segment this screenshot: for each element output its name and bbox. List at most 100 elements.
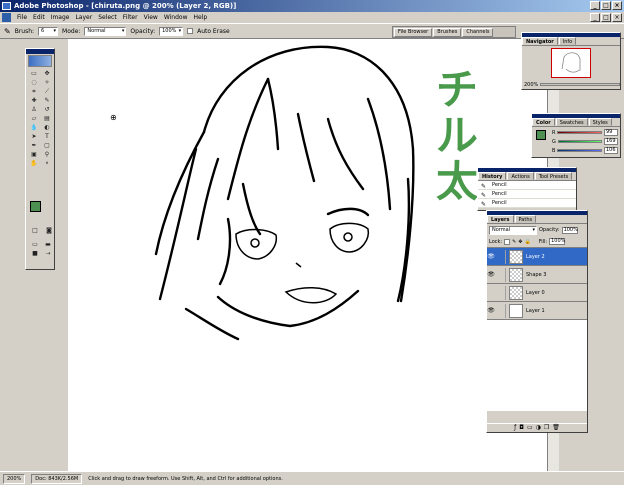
menu-select[interactable]: Select (95, 12, 120, 23)
standard-mode-icon[interactable]: □ (29, 227, 41, 235)
eyedropper-tool-icon[interactable]: ⚲ (41, 151, 53, 159)
menu-view[interactable]: View (141, 12, 161, 23)
crop-tool-icon[interactable]: ⌗ (28, 88, 40, 96)
zoom-tool-icon[interactable]: ⚬ (41, 160, 53, 168)
marquee-tool-icon[interactable]: ▭ (28, 70, 40, 78)
menu-image[interactable]: Image (48, 12, 73, 23)
palette-tab-file-browser[interactable]: File Browser (394, 28, 433, 37)
add-mask-icon[interactable]: ◘ (519, 424, 524, 432)
opacity-field[interactable]: 100% (159, 26, 184, 36)
status-zoom[interactable]: 200% (3, 473, 26, 484)
tab-swatches[interactable]: Swatches (555, 118, 588, 126)
doc-restore-button[interactable]: □ (601, 13, 611, 22)
menu-filter[interactable]: Filter (120, 12, 141, 23)
visibility-eye-icon[interactable]: 👁 (487, 253, 495, 260)
layer-row[interactable]: 👁 Layer 2 (487, 248, 587, 266)
link-icon[interactable] (498, 285, 506, 300)
r-slider[interactable] (557, 131, 602, 134)
tab-styles[interactable]: Styles (588, 118, 612, 126)
path-select-tool-icon[interactable]: ➤ (28, 133, 40, 141)
history-item[interactable]: ✎ Pencil (478, 199, 576, 208)
foreground-color-swatch[interactable] (30, 201, 41, 212)
screen-mode-standard-icon[interactable]: ▭ (29, 241, 41, 249)
clone-stamp-tool-icon[interactable]: ♙ (28, 106, 40, 114)
type-tool-icon[interactable]: T (41, 133, 53, 141)
slice-tool-icon[interactable]: ⟋ (41, 88, 53, 96)
pen-tool-icon[interactable]: ✒ (28, 142, 40, 150)
eraser-tool-icon[interactable]: ▱ (28, 115, 40, 123)
document-canvas[interactable]: チ ル 太 ⊕ (68, 39, 547, 476)
hand-tool-icon[interactable]: ✋ (28, 160, 40, 168)
history-item[interactable]: ✎ Pencil (478, 190, 576, 199)
shape-tool-icon[interactable]: ▢ (41, 142, 53, 150)
visibility-eye-icon[interactable]: 👁 (487, 307, 495, 314)
tab-color[interactable]: Color (532, 118, 555, 126)
magic-wand-tool-icon[interactable]: ✧ (41, 79, 53, 87)
navigator-zoom[interactable]: 200% (524, 82, 538, 88)
menu-file[interactable]: File (14, 12, 30, 23)
history-item[interactable]: ✎ Pencil (478, 181, 576, 190)
auto-erase-checkbox[interactable] (187, 28, 194, 34)
minimize-button[interactable]: _ (590, 1, 600, 10)
doc-close-button[interactable]: × (612, 13, 622, 22)
palette-tab-channels[interactable]: Channels (462, 28, 494, 37)
r-value[interactable]: 99 (604, 129, 618, 136)
doc-minimize-button[interactable]: _ (590, 13, 600, 22)
tab-navigator[interactable]: Navigator (522, 37, 558, 45)
b-slider[interactable] (557, 149, 602, 152)
link-icon[interactable] (498, 267, 506, 282)
gradient-tool-icon[interactable]: ▤ (41, 115, 53, 123)
palette-tab-brushes[interactable]: Brushes (433, 28, 462, 37)
tab-info[interactable]: Info (558, 37, 577, 45)
maximize-button[interactable]: □ (601, 1, 611, 10)
lock-all-icon[interactable]: 🔒 (525, 239, 531, 245)
quick-mask-icon[interactable]: ◙ (43, 227, 55, 235)
tab-layers[interactable]: Layers (487, 215, 514, 223)
lock-move-icon[interactable]: ✥ (518, 239, 522, 245)
adjustment-layer-icon[interactable]: ◑ (536, 424, 541, 432)
close-button[interactable]: × (612, 1, 622, 10)
fill-field[interactable]: 100% (549, 238, 565, 245)
status-doc-size[interactable]: Doc: 843K/2.56M (31, 473, 83, 484)
tab-actions[interactable]: Actions (507, 172, 534, 180)
b-value[interactable]: 106 (604, 147, 618, 154)
new-set-icon[interactable]: ▭ (527, 424, 533, 432)
menu-layer[interactable]: Layer (72, 12, 95, 23)
mode-select[interactable]: Normal (84, 26, 127, 36)
delete-layer-icon[interactable]: 🗑 (552, 424, 560, 432)
blend-mode-select[interactable]: Normal (489, 225, 537, 235)
layer-opacity-field[interactable]: 100% (561, 226, 578, 234)
lasso-tool-icon[interactable]: ◌ (28, 79, 40, 87)
screen-mode-full-menu-icon[interactable]: ▬ (42, 241, 54, 249)
menu-edit[interactable]: Edit (30, 12, 48, 23)
tab-paths[interactable]: Paths (514, 215, 537, 223)
lock-transparent-checkbox[interactable] (504, 238, 511, 245)
menu-window[interactable]: Window (161, 12, 191, 23)
dodge-tool-icon[interactable]: ◐ (41, 124, 53, 132)
screen-mode-full-icon[interactable]: ■ (29, 250, 41, 258)
layer-row[interactable]: 👁 Layer 1 (487, 302, 587, 320)
layer-style-icon[interactable]: ƒ (514, 424, 516, 432)
lock-brush-icon[interactable]: ✎ (512, 239, 516, 245)
new-layer-icon[interactable]: ❐ (544, 424, 549, 432)
notes-tool-icon[interactable]: ▣ (28, 151, 40, 159)
menu-help[interactable]: Help (191, 12, 211, 23)
document-icon[interactable] (2, 13, 11, 22)
color-fg-swatch[interactable] (536, 130, 546, 140)
jump-to-imageready-icon[interactable]: ⇢ (42, 250, 54, 258)
tab-history[interactable]: History (478, 172, 507, 180)
link-icon[interactable] (498, 303, 506, 318)
photoshop-logo[interactable] (28, 55, 52, 67)
brush-tool-icon[interactable]: ✎ (41, 97, 53, 105)
brush-picker[interactable]: 6 (38, 26, 59, 36)
brush-link-icon[interactable] (498, 249, 506, 264)
layer-row[interactable]: Layer 0 (487, 284, 587, 302)
navigator-zoom-slider[interactable] (540, 83, 620, 86)
toolbox-titlebar[interactable] (26, 49, 54, 54)
history-brush-tool-icon[interactable]: ↺ (41, 106, 53, 114)
tab-tool-presets[interactable]: Tool Presets (534, 172, 573, 180)
blur-tool-icon[interactable]: 💧 (28, 124, 40, 132)
pencil-tool-icon[interactable]: ✎ (4, 27, 11, 36)
visibility-eye-icon[interactable]: 👁 (487, 271, 495, 278)
navigator-thumbnail[interactable] (551, 48, 591, 78)
